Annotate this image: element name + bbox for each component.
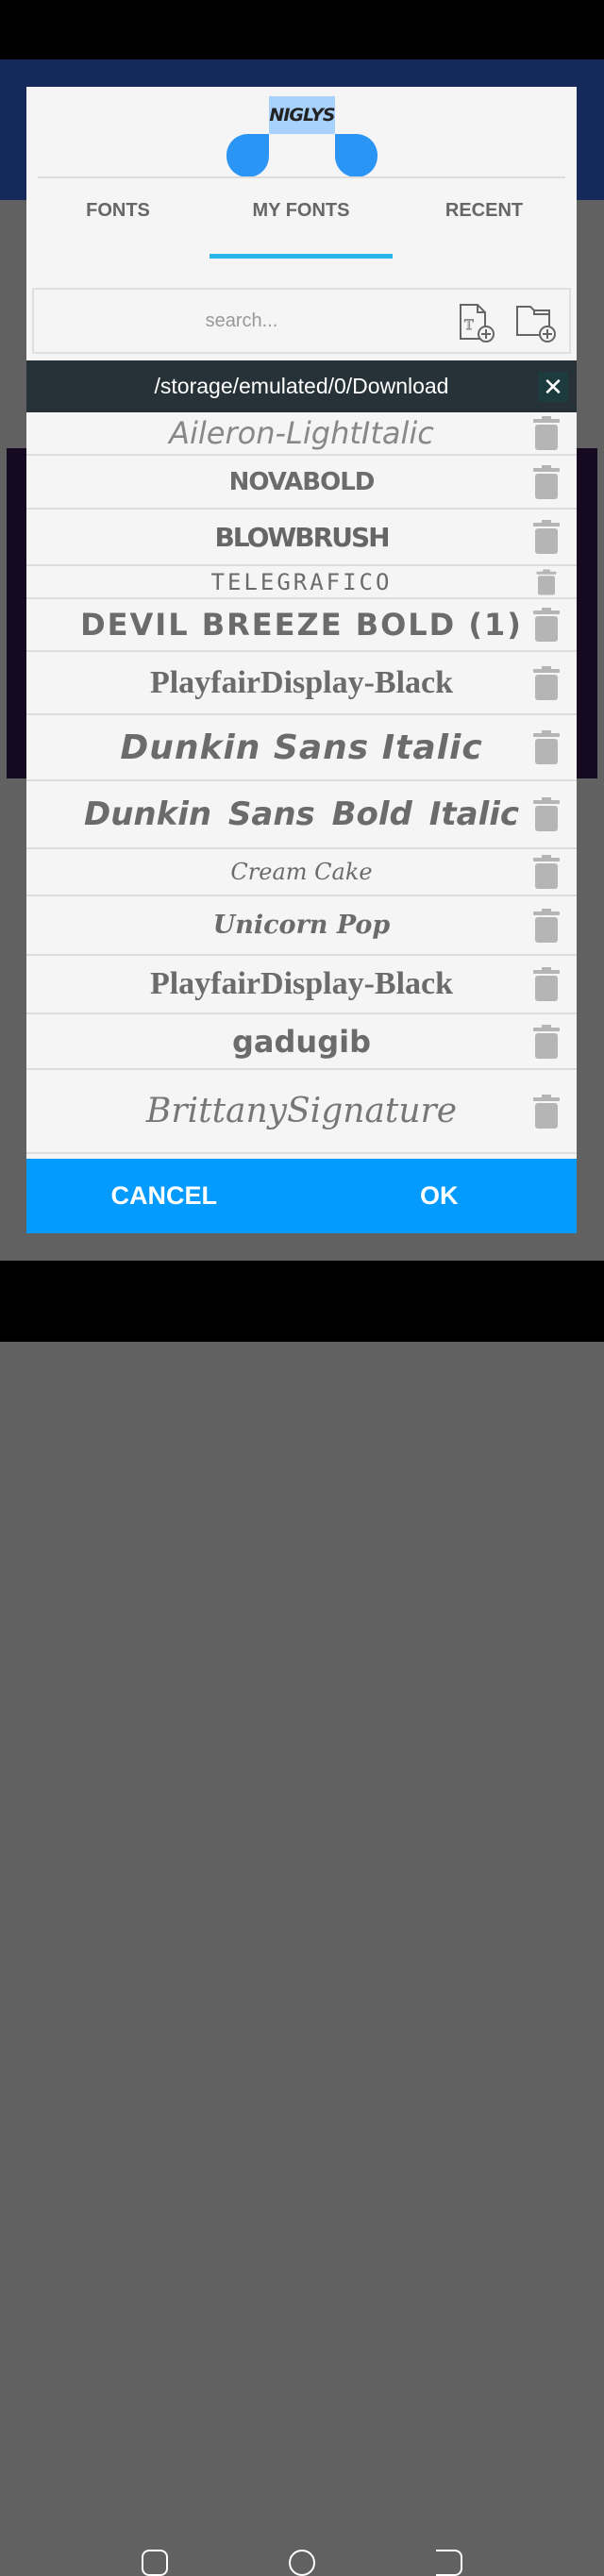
svg-text:T: T	[464, 317, 474, 333]
delete-trash-icon[interactable]	[536, 569, 557, 594]
delete-trash-icon[interactable]	[533, 1024, 560, 1059]
font-list-item[interactable]: Unicorn Pop	[26, 896, 577, 956]
font-name: BLOWBRUSH	[214, 521, 390, 553]
font-list-item[interactable]: gadugib	[26, 1014, 577, 1070]
search-box: T	[32, 288, 571, 354]
delete-trash-icon[interactable]	[533, 730, 560, 764]
home-button[interactable]	[289, 2550, 315, 2576]
close-icon: ✕	[543, 373, 563, 401]
ok-button[interactable]: OK	[302, 1159, 578, 1233]
delete-trash-icon[interactable]	[533, 797, 560, 831]
delete-trash-icon[interactable]	[533, 1094, 560, 1129]
font-list-item[interactable]: BLOWBRUSH	[26, 510, 577, 566]
font-name: Unicorn Pop	[212, 911, 391, 940]
app-logo: NIGLYS	[226, 96, 378, 177]
dialog-buttons: CANCEL OK	[26, 1159, 577, 1233]
current-path-bar: /storage/emulated/0/Download ✕	[26, 360, 577, 412]
delete-trash-icon[interactable]	[533, 416, 560, 450]
font-name: PlayfairDisplay-Black	[149, 664, 454, 700]
font-name: PlayfairDisplay-Black	[149, 966, 454, 1001]
font-name: Aileron-LightItalic	[169, 415, 434, 451]
add-font-folder-icon[interactable]	[513, 301, 557, 344]
back-button[interactable]	[436, 2550, 462, 2576]
search-input[interactable]	[34, 290, 449, 352]
font-list-item[interactable]: Cream Cake	[26, 849, 577, 896]
font-list-item[interactable]: PlayfairDisplay-Black	[26, 652, 577, 715]
font-name: Dunkin Sans Bold Italic	[83, 795, 520, 833]
font-name: Dunkin Sans Italic	[120, 728, 483, 767]
font-list-item[interactable]: NOVABOLD	[26, 456, 577, 510]
delete-trash-icon[interactable]	[533, 908, 560, 943]
recents-button[interactable]	[142, 2550, 168, 2576]
font-list-item[interactable]: BrittanySignature	[26, 1070, 577, 1154]
tab-my-fonts[interactable]: MY FONTS	[210, 200, 393, 222]
logo-text: NIGLYS	[269, 96, 336, 134]
delete-trash-icon[interactable]	[533, 520, 560, 554]
system-navigation-bar	[0, 1261, 604, 2576]
font-list[interactable]: Aileron-LightItalic NOVABOLD BLOWBRUSH TELE…	[26, 412, 577, 1159]
delete-trash-icon[interactable]	[533, 464, 560, 499]
font-name: NOVABOLD	[228, 467, 376, 496]
font-name: DEVIL BREEZE BOLD (1)	[80, 607, 523, 643]
close-path-button[interactable]: ✕	[538, 372, 568, 402]
font-name: BrittanySignature	[145, 1092, 458, 1130]
font-name: TELEGRAFICO	[210, 568, 393, 595]
delete-trash-icon[interactable]	[533, 967, 560, 1001]
font-list-item[interactable]: PlayfairDisplay-Black	[26, 956, 577, 1014]
font-list-item[interactable]: DEVIL BREEZE BOLD (1)	[26, 599, 577, 652]
current-path: /storage/emulated/0/Download	[154, 374, 449, 398]
font-list-item[interactable]: Dunkin Sans Bold Italic	[26, 781, 577, 849]
font-list-item[interactable]: Aileron-LightItalic	[26, 412, 577, 456]
font-list-item[interactable]: Dunkin Sans Italic	[26, 715, 577, 781]
add-font-file-icon[interactable]: T	[455, 301, 498, 344]
font-name: gadugib	[232, 1023, 371, 1060]
delete-trash-icon[interactable]	[533, 665, 560, 700]
tab-fonts[interactable]: FONTS	[26, 200, 210, 222]
cancel-button[interactable]: CANCEL	[26, 1159, 302, 1233]
font-picker-dialog: NIGLYS FONTS MY FONTS RECENT T /storage/…	[26, 87, 577, 1233]
divider	[38, 176, 565, 178]
delete-trash-icon[interactable]	[533, 608, 560, 642]
status-bar	[0, 0, 604, 59]
active-tab-indicator	[210, 254, 393, 259]
font-name: Cream Cake	[230, 859, 373, 885]
font-list-item[interactable]: TELEGRAFICO	[26, 566, 577, 599]
delete-trash-icon[interactable]	[533, 855, 560, 889]
tab-recent[interactable]: RECENT	[393, 200, 576, 222]
